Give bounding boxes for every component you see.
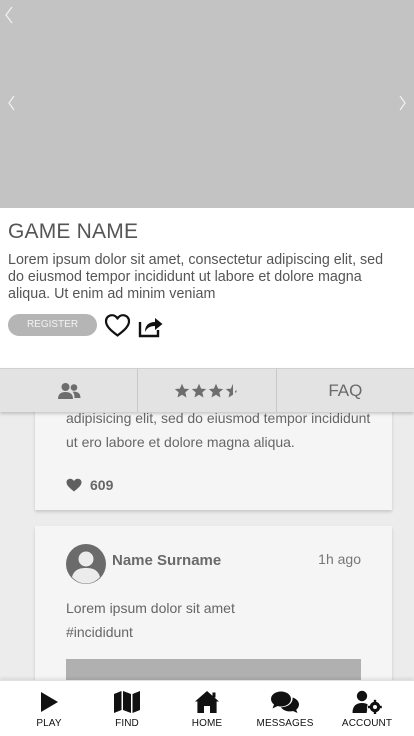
map-icon [114, 691, 140, 713]
nav-label: PLAY [36, 718, 62, 729]
back-button[interactable] [2, 4, 16, 26]
carousel-prev-button[interactable] [5, 94, 19, 112]
post-hashtag[interactable]: #incididunt [66, 620, 376, 644]
messages-icon [271, 691, 299, 713]
game-info: GAME NAME Lorem ipsum dolor sit amet, co… [0, 208, 414, 368]
nav-find[interactable]: FIND [107, 681, 147, 736]
star-icon [191, 383, 207, 397]
nav-play[interactable]: PLAY [29, 681, 69, 736]
chevron-right-icon [399, 95, 406, 111]
game-description: Lorem ipsum dolor sit amet, consectetur … [8, 252, 384, 302]
content-tabs: FAQ [0, 368, 414, 412]
post-author[interactable]: Name Surname [112, 552, 221, 569]
likes-count: 609 [90, 477, 114, 493]
user-settings-icon [352, 690, 382, 714]
star-half-icon [225, 383, 233, 397]
carousel-next-button[interactable] [395, 94, 409, 112]
post-text: Lorem ipsum dolor sit amet #incididunt [66, 596, 376, 644]
nav-label: HOME [191, 718, 223, 729]
post-text: adipisicing elit, sed do eiusmod tempor … [66, 412, 371, 450]
user-avatar-icon [72, 551, 100, 584]
share-button[interactable] [137, 313, 164, 338]
star-icon [208, 383, 224, 397]
tab-community[interactable] [0, 369, 139, 412]
feed[interactable]: adipisicing elit, sed do eiusmod tempor … [0, 412, 414, 680]
post-card: Name Surname 1h ago Lorem ipsum dolor si… [35, 526, 392, 680]
users-icon [57, 382, 81, 399]
tab-faq[interactable]: FAQ [277, 369, 414, 412]
chevron-left-icon [8, 95, 15, 111]
nav-messages[interactable]: MESSAGES [255, 681, 315, 736]
star-icon [174, 383, 190, 397]
star-rating-icon [174, 383, 237, 397]
post-time: 1h ago [318, 551, 361, 567]
nav-label: MESSAGES [256, 718, 314, 729]
heart-outline-icon [104, 314, 131, 337]
avatar[interactable] [66, 544, 106, 584]
nav-label: FIND [115, 718, 139, 729]
like-button[interactable]: 609 [66, 477, 113, 493]
bottom-nav: PLAY FIND HOME MESSAGES ACCOUNT [0, 680, 414, 736]
home-icon [195, 691, 219, 713]
nav-home[interactable]: HOME [187, 681, 227, 736]
share-icon [138, 318, 163, 338]
favorite-button[interactable] [104, 313, 131, 338]
heart-icon [66, 478, 82, 492]
hero-carousel[interactable] [0, 0, 414, 208]
tab-reviews[interactable] [138, 369, 277, 412]
post-card: adipisicing elit, sed do eiusmod tempor … [35, 412, 392, 510]
register-button[interactable]: REGISTER [8, 314, 97, 336]
game-title: GAME NAME [8, 220, 139, 243]
nav-account[interactable]: ACCOUNT [338, 681, 396, 736]
play-icon [41, 692, 58, 712]
chevron-left-icon [5, 6, 13, 24]
post-image[interactable] [66, 659, 361, 680]
post-text-line: Lorem ipsum dolor sit amet [66, 600, 235, 616]
nav-label: ACCOUNT [341, 718, 393, 729]
